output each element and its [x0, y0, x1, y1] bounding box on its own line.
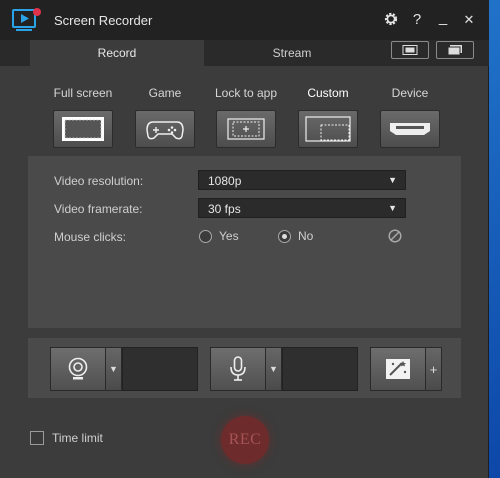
prohibited-icon — [388, 229, 402, 243]
game-button[interactable] — [135, 110, 195, 148]
gear-icon[interactable] — [383, 10, 399, 28]
mini-mode-button[interactable] — [436, 41, 474, 59]
webcam-dropdown-arrow[interactable]: ▼ — [106, 347, 122, 391]
device-button[interactable] — [380, 110, 440, 148]
mouse-clicks-yes-radio[interactable]: Yes — [199, 229, 239, 243]
mode-device: Device — [370, 86, 450, 148]
help-button[interactable]: ? — [409, 10, 425, 28]
mouse-clicks-label: Mouse clicks: — [54, 230, 127, 244]
microphone-dropdown-arrow[interactable]: ▼ — [266, 347, 282, 391]
close-button[interactable]: ✕ — [461, 10, 477, 28]
mode-label: Game — [148, 86, 182, 100]
microphone-selection-field[interactable] — [282, 347, 358, 391]
full-screen-icon — [62, 117, 104, 141]
gamepad-icon — [146, 121, 184, 140]
effects-icon — [386, 359, 410, 379]
microphone-button[interactable] — [210, 347, 266, 391]
lock-to-app-button[interactable] — [216, 110, 276, 148]
webcam-button[interactable] — [50, 347, 106, 391]
device-icon — [390, 123, 430, 135]
video-framerate-value: 30 fps — [208, 202, 241, 216]
lock-to-app-icon — [227, 118, 265, 140]
mode-label: Lock to app — [214, 86, 278, 100]
mode-label: Full screen — [53, 86, 113, 100]
time-limit-checkbox[interactable] — [30, 431, 44, 445]
radio-label: No — [298, 229, 314, 243]
video-framerate-dropdown[interactable]: 30 fps ▼ — [198, 198, 406, 218]
chevron-down-icon: ▼ — [388, 203, 397, 213]
app-logo-icon — [12, 7, 42, 33]
full-screen-button[interactable] — [53, 110, 113, 148]
webcam-selection-field[interactable] — [122, 347, 198, 391]
mode-full-screen: Full screen — [43, 86, 123, 148]
title-bar: Screen Recorder ? _ ✕ — [0, 0, 489, 40]
video-resolution-dropdown[interactable]: 1080p ▼ — [198, 170, 406, 190]
mode-game: Game — [125, 86, 205, 148]
mode-lock-to-app: Lock to app — [206, 86, 286, 148]
video-resolution-label: Video resolution: — [54, 174, 144, 188]
video-resolution-value: 1080p — [208, 174, 242, 188]
webcam-icon — [68, 357, 88, 380]
app-title: Screen Recorder — [54, 13, 153, 28]
input-devices-bar: ▼ ▼ + — [28, 338, 461, 398]
radio-label: Yes — [219, 229, 239, 243]
recording-settings-panel: Video resolution: 1080p ▼ Video framerat… — [28, 156, 461, 328]
full-window-mode-button[interactable] — [391, 41, 429, 59]
webcam-group: ▼ — [50, 347, 198, 391]
mode-label: Custom — [307, 86, 349, 100]
effects-button[interactable] — [370, 347, 426, 391]
time-limit-label: Time limit — [52, 431, 103, 445]
video-framerate-label: Video framerate: — [54, 202, 143, 216]
windows-stack-icon — [447, 45, 462, 56]
chevron-down-icon: ▼ — [388, 175, 397, 185]
screen-recorder-window: Screen Recorder ? _ ✕ Record Stream Full… — [0, 0, 489, 478]
tab-stream[interactable]: Stream — [204, 40, 380, 66]
microphone-group: ▼ — [210, 347, 358, 391]
record-button[interactable]: REC — [221, 416, 269, 464]
mode-label: Device — [391, 86, 429, 100]
fullscreen-frame-icon — [402, 45, 418, 55]
radio-indicator — [199, 229, 212, 243]
time-limit-option[interactable]: Time limit — [30, 431, 103, 445]
custom-button[interactable] — [298, 110, 358, 148]
mode-custom: Custom — [288, 86, 368, 148]
effects-group: + — [370, 347, 442, 391]
minimize-button[interactable]: _ — [435, 10, 451, 28]
radio-indicator — [278, 229, 291, 243]
tab-strip: Record Stream — [0, 40, 489, 66]
mouse-clicks-no-radio[interactable]: No — [278, 229, 313, 243]
add-button[interactable]: + — [426, 347, 442, 391]
custom-area-icon — [305, 116, 351, 142]
microphone-icon — [230, 356, 246, 381]
tab-record[interactable]: Record — [30, 40, 204, 66]
